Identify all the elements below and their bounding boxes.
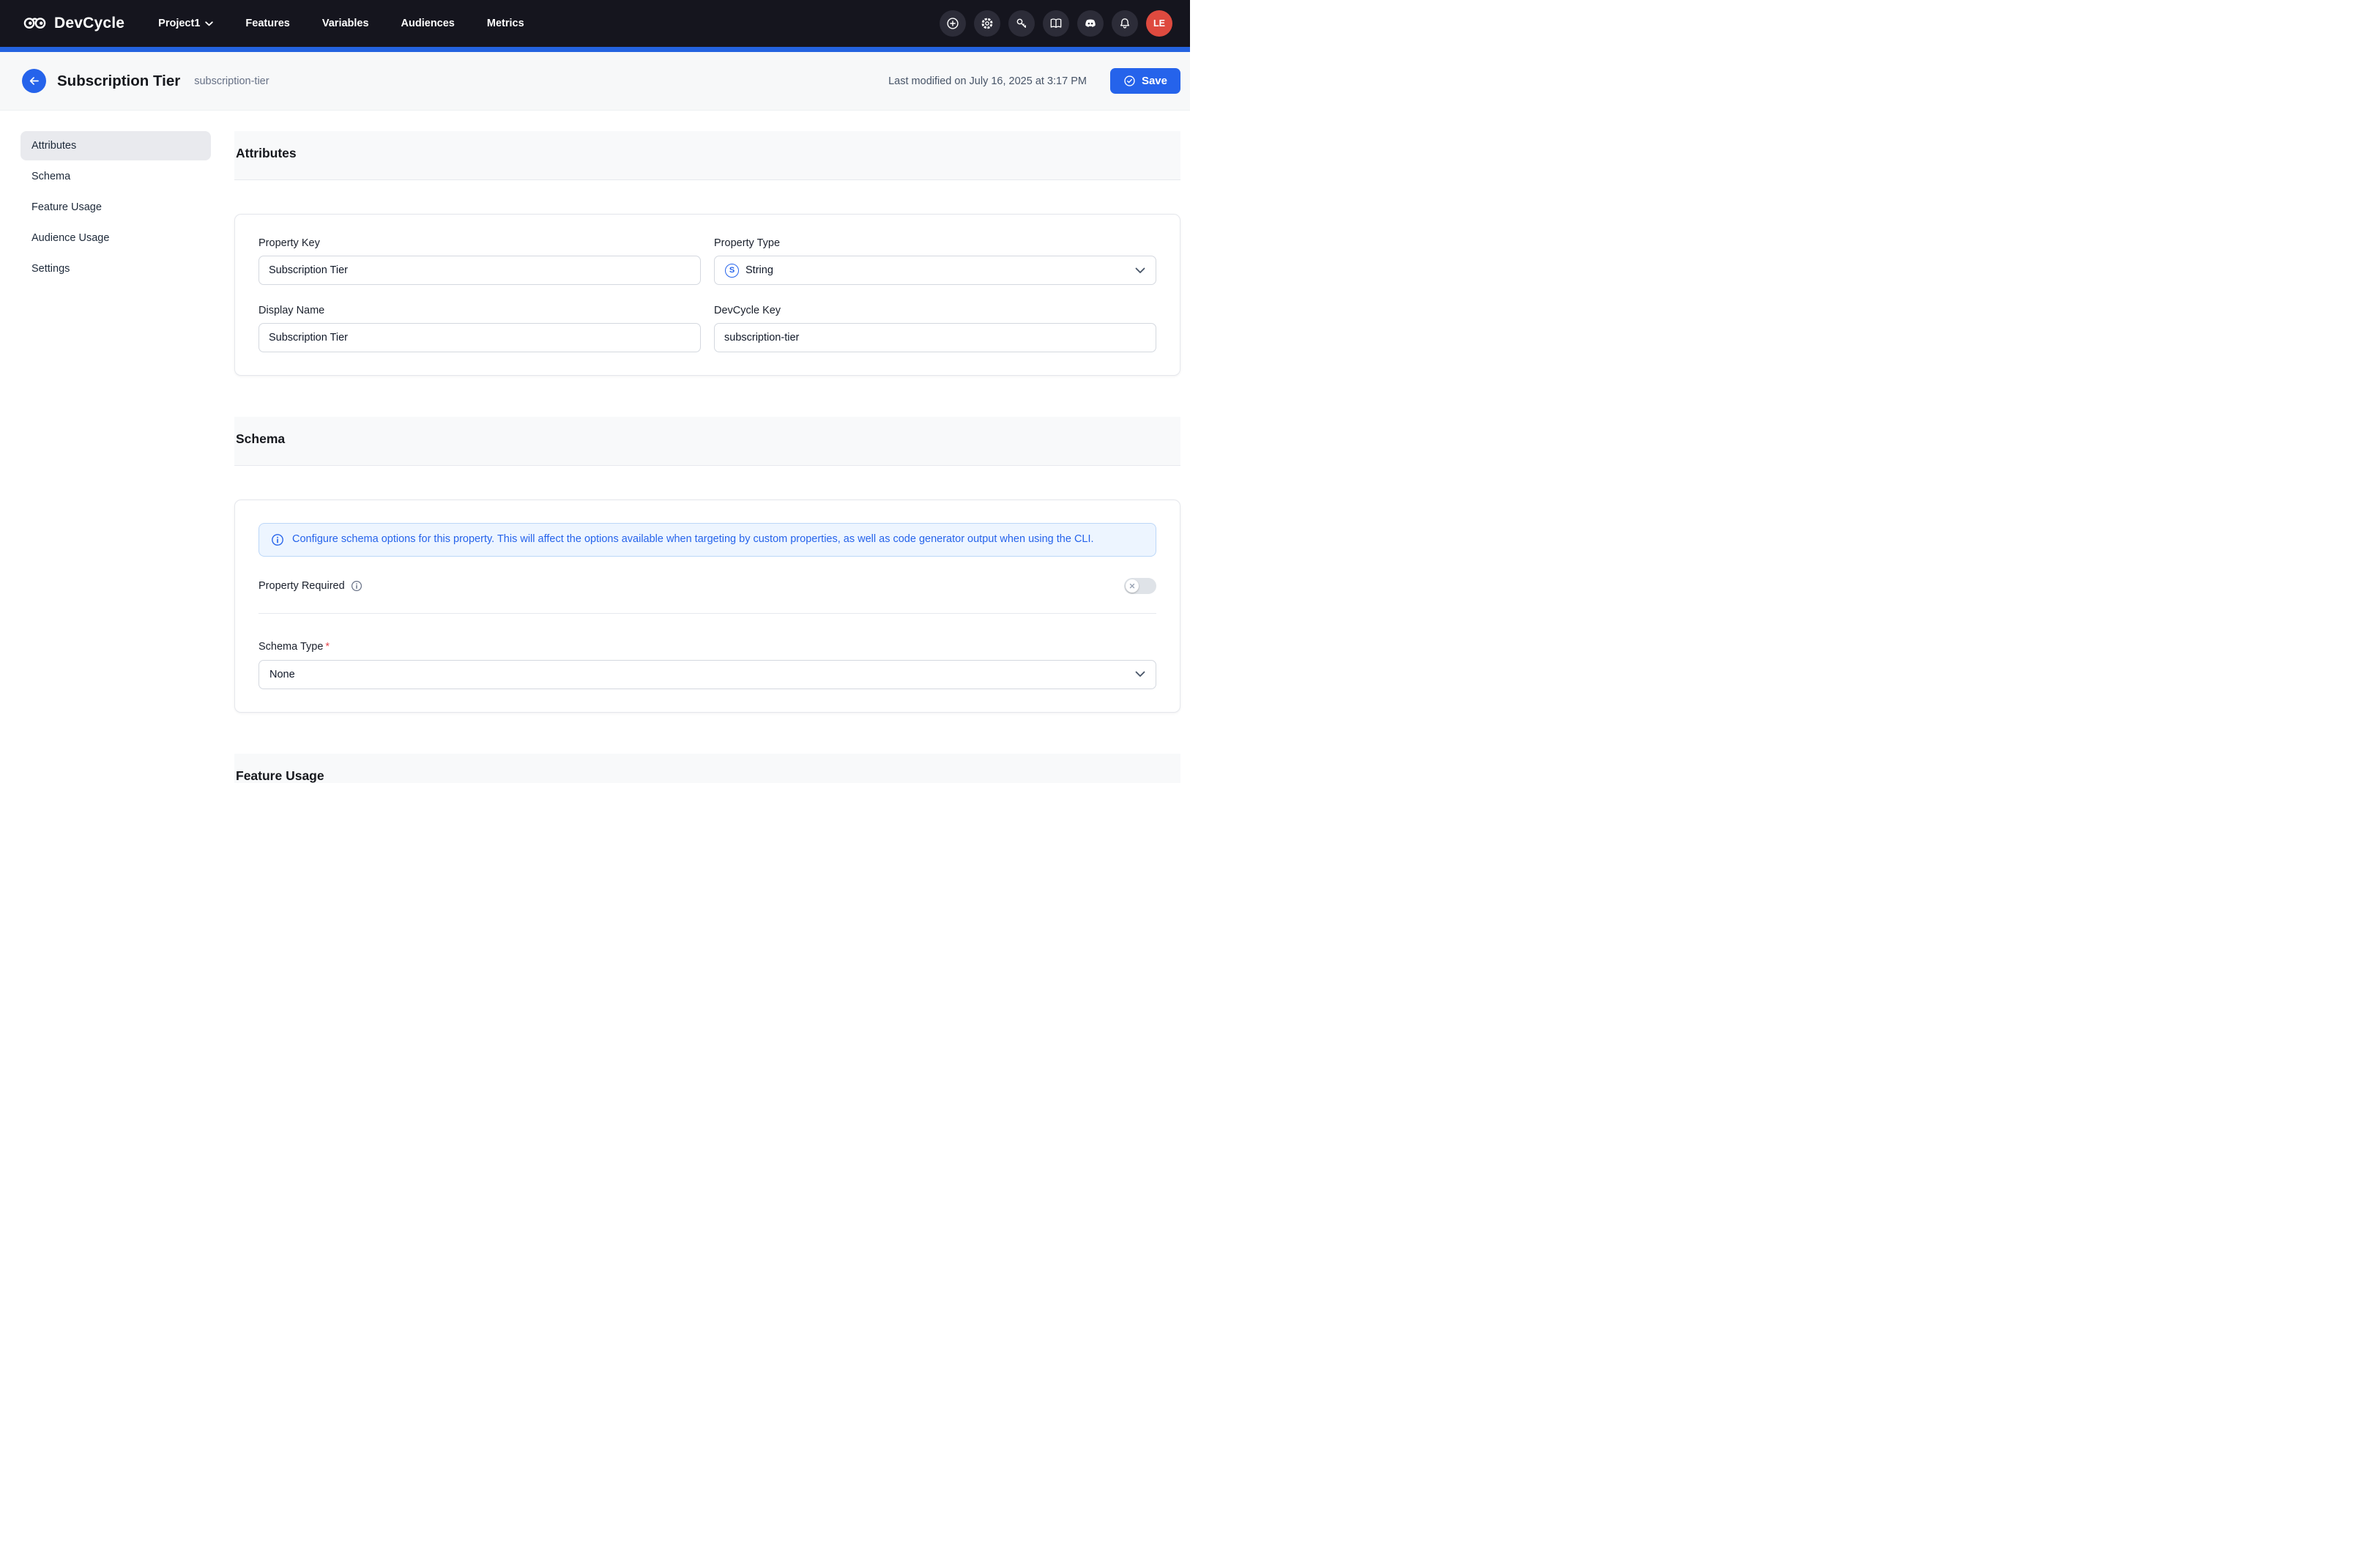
schema-type-value: None <box>269 669 295 680</box>
gear-icon <box>980 16 994 31</box>
discord-button[interactable] <box>1077 10 1104 37</box>
property-type-select[interactable]: S String <box>714 256 1156 285</box>
top-navbar: DevCycle Project1 Features Variables Aud… <box>0 0 1190 47</box>
schema-type-label: Schema Type <box>259 641 323 653</box>
property-type-field: Property Type S String <box>714 237 1156 285</box>
property-required-label-wrap: Property Required <box>259 580 362 592</box>
user-avatar[interactable]: LE <box>1146 10 1172 37</box>
feature-usage-section-heading: Feature Usage <box>234 754 1180 783</box>
nav-audiences[interactable]: Audiences <box>401 18 455 29</box>
string-type-icon: S <box>725 264 739 278</box>
sidebar-item-settings[interactable]: Settings <box>21 254 211 283</box>
property-required-row: Property Required <box>259 578 1156 594</box>
schema-section-heading: Schema <box>234 417 1180 466</box>
property-type-value: String <box>745 264 773 276</box>
arrow-left-icon <box>28 75 40 87</box>
sidebar-item-label: Audience Usage <box>31 232 109 244</box>
property-key-input[interactable] <box>259 256 701 285</box>
info-icon <box>271 533 284 546</box>
devcycle-logo-icon <box>22 12 48 35</box>
bell-icon <box>1118 16 1132 31</box>
chevron-down-icon <box>1135 671 1145 678</box>
devcycle-key-input[interactable] <box>714 323 1156 352</box>
sidebar-item-schema[interactable]: Schema <box>21 162 211 191</box>
attributes-section-heading: Attributes <box>234 131 1180 180</box>
book-icon <box>1049 16 1063 31</box>
sidebar-item-label: Schema <box>31 171 70 182</box>
save-button[interactable]: Save <box>1110 68 1180 94</box>
section-title: Schema <box>236 431 1180 447</box>
primary-nav: Project1 Features Variables Audiences Me… <box>158 18 524 29</box>
chevron-down-icon <box>205 21 213 26</box>
property-key-field: Property Key <box>259 237 701 285</box>
main-content: Attributes Property Key Property Type S … <box>234 131 1180 783</box>
schema-type-select[interactable]: None <box>259 660 1156 689</box>
sidebar-item-label: Settings <box>31 263 70 275</box>
schema-info-banner: Configure schema options for this proper… <box>259 523 1156 557</box>
settings-sidebar: Attributes Schema Feature Usage Audience… <box>21 131 211 283</box>
display-name-input[interactable] <box>259 323 701 352</box>
schema-card: Configure schema options for this proper… <box>234 500 1180 713</box>
nav-variables[interactable]: Variables <box>322 18 369 29</box>
back-button[interactable] <box>22 69 46 93</box>
sidebar-item-attributes[interactable]: Attributes <box>21 131 211 160</box>
nav-project-label: Project1 <box>158 18 200 29</box>
nav-metrics[interactable]: Metrics <box>487 18 524 29</box>
section-title: Feature Usage <box>236 768 1180 783</box>
docs-button[interactable] <box>1043 10 1069 37</box>
display-name-field: Display Name <box>259 305 701 352</box>
property-key-label: Property Key <box>259 237 701 249</box>
property-required-toggle[interactable] <box>1124 578 1156 594</box>
navbar-actions: LE <box>940 10 1172 37</box>
key-icon <box>1014 16 1029 31</box>
required-asterisk: * <box>325 641 330 653</box>
schema-type-label-wrap: Schema Type* <box>259 641 1156 653</box>
brand[interactable]: DevCycle <box>22 12 124 35</box>
save-button-label: Save <box>1142 75 1167 87</box>
property-required-label: Property Required <box>259 580 345 592</box>
schema-info-text: Configure schema options for this proper… <box>292 532 1094 547</box>
brand-name: DevCycle <box>54 15 124 32</box>
sidebar-item-label: Feature Usage <box>31 201 102 213</box>
attributes-fields: Property Key Property Type S String <box>259 237 1156 352</box>
create-button[interactable] <box>940 10 966 37</box>
sidebar-item-feature-usage[interactable]: Feature Usage <box>21 193 211 222</box>
body: Attributes Schema Feature Usage Audience… <box>0 111 1190 783</box>
page-header: Subscription Tier subscription-tier Last… <box>0 52 1190 111</box>
attributes-card: Property Key Property Type S String <box>234 214 1180 376</box>
page-title: Subscription Tier <box>57 73 180 90</box>
check-circle-icon <box>1123 75 1136 87</box>
discord-icon <box>1083 16 1098 31</box>
info-icon <box>351 580 362 592</box>
plus-circle-icon <box>945 16 960 31</box>
api-keys-button[interactable] <box>1008 10 1035 37</box>
x-icon <box>1129 583 1135 589</box>
sidebar-item-audience-usage[interactable]: Audience Usage <box>21 223 211 253</box>
schema-type-field: Schema Type* None <box>259 641 1156 689</box>
nav-features[interactable]: Features <box>245 18 289 29</box>
last-modified-text: Last modified on July 16, 2025 at 3:17 P… <box>888 75 1087 87</box>
display-name-label: Display Name <box>259 305 701 316</box>
notifications-button[interactable] <box>1112 10 1138 37</box>
accent-bar <box>0 47 1190 52</box>
toggle-knob <box>1126 579 1139 593</box>
nav-project-switcher[interactable]: Project1 <box>158 18 213 29</box>
page-key: subscription-tier <box>194 75 269 87</box>
property-type-label: Property Type <box>714 237 1156 249</box>
header-actions: Last modified on July 16, 2025 at 3:17 P… <box>888 68 1180 94</box>
section-title: Attributes <box>236 146 1180 161</box>
sidebar-item-label: Attributes <box>31 140 76 152</box>
page: DevCycle Project1 Features Variables Aud… <box>0 0 1190 783</box>
chevron-down-icon <box>1135 267 1145 274</box>
settings-button[interactable] <box>974 10 1000 37</box>
devcycle-key-field: DevCycle Key <box>714 305 1156 352</box>
divider <box>259 613 1156 614</box>
devcycle-key-label: DevCycle Key <box>714 305 1156 316</box>
